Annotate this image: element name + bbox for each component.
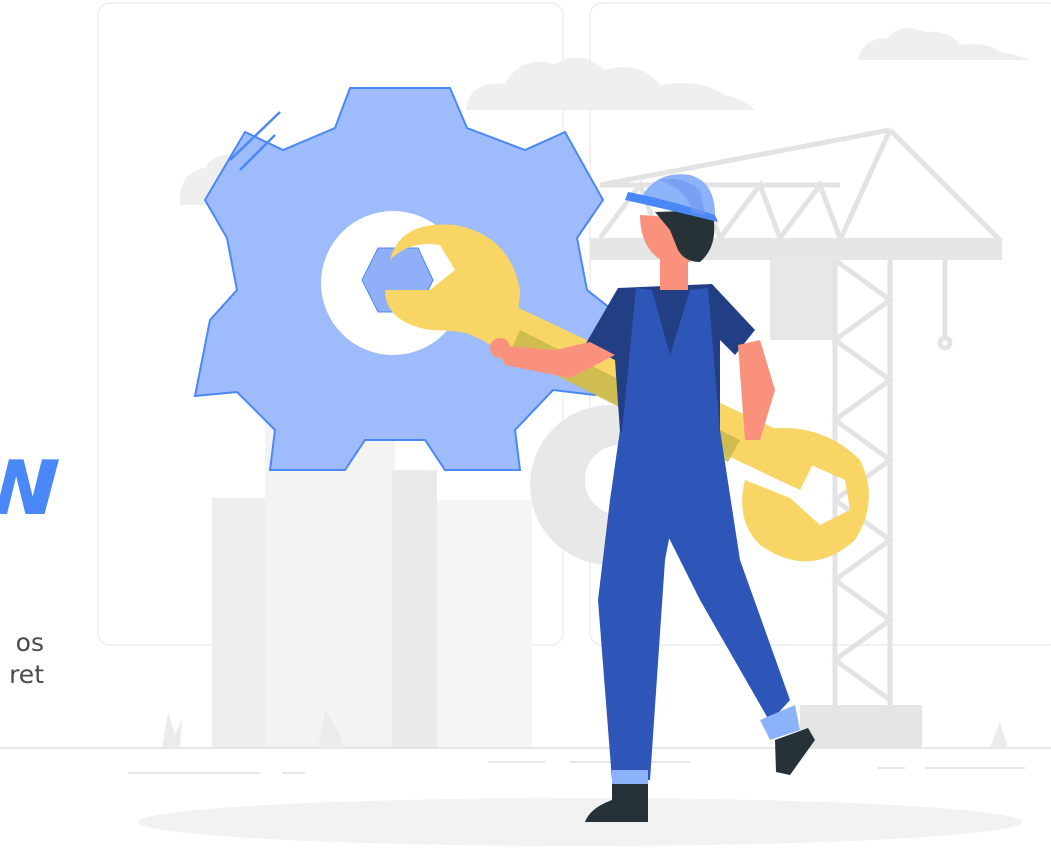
building (212, 498, 267, 748)
building (770, 250, 835, 340)
paragraph-line: ret (9, 660, 44, 689)
paragraph-fragment: os ret (0, 627, 44, 691)
building (437, 500, 532, 748)
paragraph-line: os (15, 628, 44, 657)
building (392, 470, 437, 748)
headline-fragment-text: w (0, 421, 62, 538)
headline-fragment: w (0, 430, 62, 530)
maintenance-illustration (0, 2, 1051, 846)
ground-shadow (138, 798, 1022, 846)
building (800, 705, 922, 748)
